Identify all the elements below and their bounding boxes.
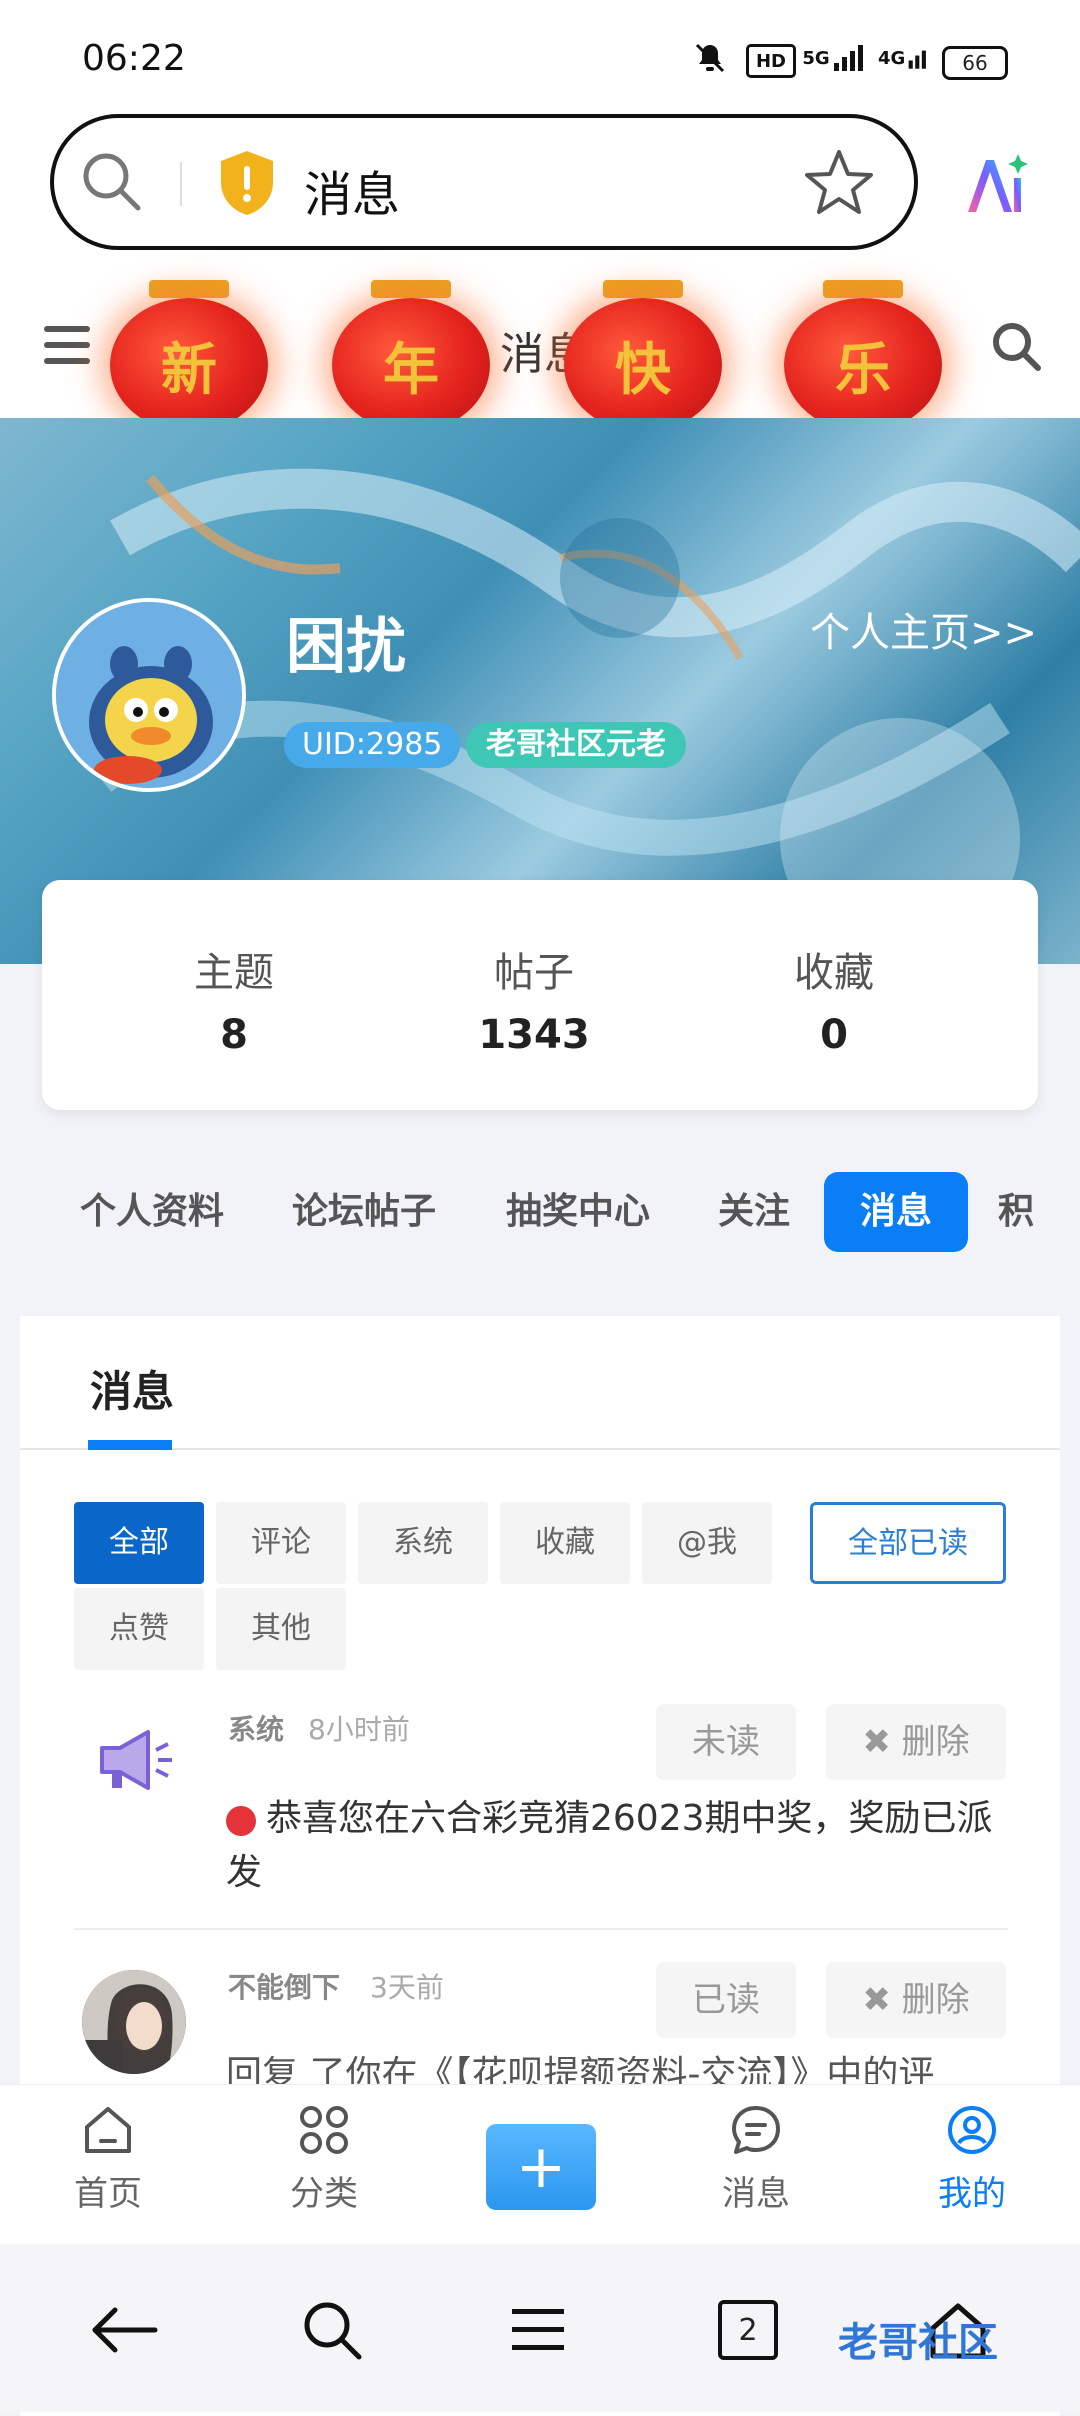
nav-label: 分类 [290, 2174, 358, 2214]
nav-mine[interactable]: 我的 [902, 2100, 1042, 2215]
url-text[interactable]: 消息 [304, 155, 400, 225]
status-time: 06:22 [82, 38, 186, 79]
stat-label: 帖子 [494, 950, 574, 996]
5g-label: 5G [802, 47, 830, 69]
delete-button[interactable]: ✖ 删除 [826, 1704, 1006, 1780]
home-icon [38, 2100, 178, 2160]
sender-avatar[interactable] [82, 1970, 186, 2074]
panel-divider [20, 1448, 1060, 1450]
filter-system[interactable]: 系统 [358, 1502, 488, 1584]
tabs-button[interactable]: 2 [708, 2290, 788, 2370]
tab-lottery[interactable]: 抽奖中心 [506, 1172, 650, 1252]
unread-button[interactable]: 未读 [656, 1704, 796, 1780]
mute-icon [690, 40, 730, 76]
stat-posts[interactable]: 帖子 1343 [384, 880, 684, 1058]
homepage-link[interactable]: 个人主页>> [810, 600, 1037, 658]
stat-topics[interactable]: 主题 8 [84, 880, 384, 1058]
add-post-button[interactable]: + [486, 2124, 596, 2210]
message-sender: 系统 [228, 1713, 285, 1746]
stat-favorites[interactable]: 收藏 0 [684, 880, 984, 1058]
tab-count: 2 [718, 2300, 778, 2360]
mark-all-read-button[interactable]: 全部已读 [810, 1502, 1006, 1584]
tab-profile[interactable]: 个人资料 [80, 1172, 224, 1252]
4g-signal-icon: 4G [878, 40, 932, 76]
lantern-char-2: 年 [332, 298, 490, 432]
filter-other[interactable]: 其他 [216, 1588, 346, 1670]
filter-all[interactable]: 全部 [74, 1502, 204, 1584]
star-icon[interactable] [804, 148, 874, 220]
message-text[interactable]: 恭喜您在六合彩竞猜26023期中奖，奖励已派发 [226, 1792, 1006, 1900]
message-separator [74, 1928, 1008, 1930]
stat-label: 收藏 [794, 950, 874, 996]
lantern-char-1: 新 [110, 298, 268, 432]
tab-forum-posts[interactable]: 论坛帖子 [292, 1172, 436, 1252]
url-divider [180, 162, 182, 206]
chat-icon [686, 2100, 826, 2160]
username: 困扰 [286, 612, 406, 682]
lantern-char-3: 快 [564, 298, 722, 432]
panel-title[interactable]: 消息 [90, 1358, 174, 1419]
nav-home[interactable]: 首页 [38, 2100, 178, 2215]
back-arrow-icon[interactable] [84, 2290, 164, 2370]
megaphone-icon [82, 1710, 182, 1810]
user-icon [902, 2100, 1042, 2160]
stat-value: 8 [220, 1012, 248, 1058]
delete-button[interactable]: ✖ 删除 [826, 1962, 1006, 2038]
site-search-icon[interactable] [990, 320, 1044, 378]
profile-nav-tabs: 个人资料 论坛帖子 抽奖中心 关注 消息 积 [0, 1172, 1080, 1256]
hd-icon: HD [746, 44, 796, 78]
message-time: 3天前 [370, 1971, 444, 2004]
search-icon[interactable] [80, 150, 144, 218]
stats-card: 主题 8 帖子 1343 收藏 0 [42, 880, 1038, 1110]
tab-follow[interactable]: 关注 [718, 1172, 790, 1252]
4g-label: 4G [878, 47, 906, 69]
grid-icon [254, 2100, 394, 2160]
nav-label: 我的 [938, 2174, 1006, 2214]
nav-label: 消息 [722, 2174, 790, 2214]
nav-categories[interactable]: 分类 [254, 2100, 394, 2215]
browser-search-icon[interactable] [292, 2290, 372, 2370]
filter-comments[interactable]: 评论 [216, 1502, 346, 1584]
stat-value: 0 [820, 1012, 848, 1058]
message-time: 8小时前 [308, 1713, 410, 1746]
5g-signal-icon: 5G [802, 40, 868, 76]
stat-value: 1343 [478, 1012, 590, 1058]
shield-warning-icon[interactable] [216, 148, 278, 222]
nav-messages[interactable]: 消息 [686, 2100, 826, 2215]
avatar[interactable] [52, 598, 246, 792]
filter-likes[interactable]: 点赞 [74, 1588, 204, 1670]
read-button[interactable]: 已读 [656, 1962, 796, 2038]
tab-messages[interactable]: 消息 [824, 1172, 969, 1252]
level-badge: 老哥社区元老 [466, 722, 686, 768]
panel-title-underline [88, 1440, 172, 1450]
nav-label: 首页 [74, 2174, 142, 2214]
stat-label: 主题 [194, 950, 274, 996]
lantern-char-4: 乐 [784, 298, 942, 432]
battery-indicator: 66 [942, 46, 1008, 80]
message-sender: 不能倒下 [228, 1971, 341, 2004]
filter-mentions[interactable]: @我 [642, 1502, 772, 1584]
ai-icon[interactable] [960, 150, 1030, 224]
site-watermark: 老哥社区 [838, 2320, 998, 2366]
uid-badge: UID:2985 [284, 722, 461, 768]
filter-favorites[interactable]: 收藏 [500, 1502, 630, 1584]
browser-menu-icon[interactable] [498, 2290, 578, 2370]
message-text[interactable]: 回复 了你在《【花呗提额资料-交流】》中的评 [226, 2048, 1026, 2088]
menu-icon[interactable] [42, 322, 94, 372]
tab-points[interactable]: 积 [998, 1172, 1034, 1252]
